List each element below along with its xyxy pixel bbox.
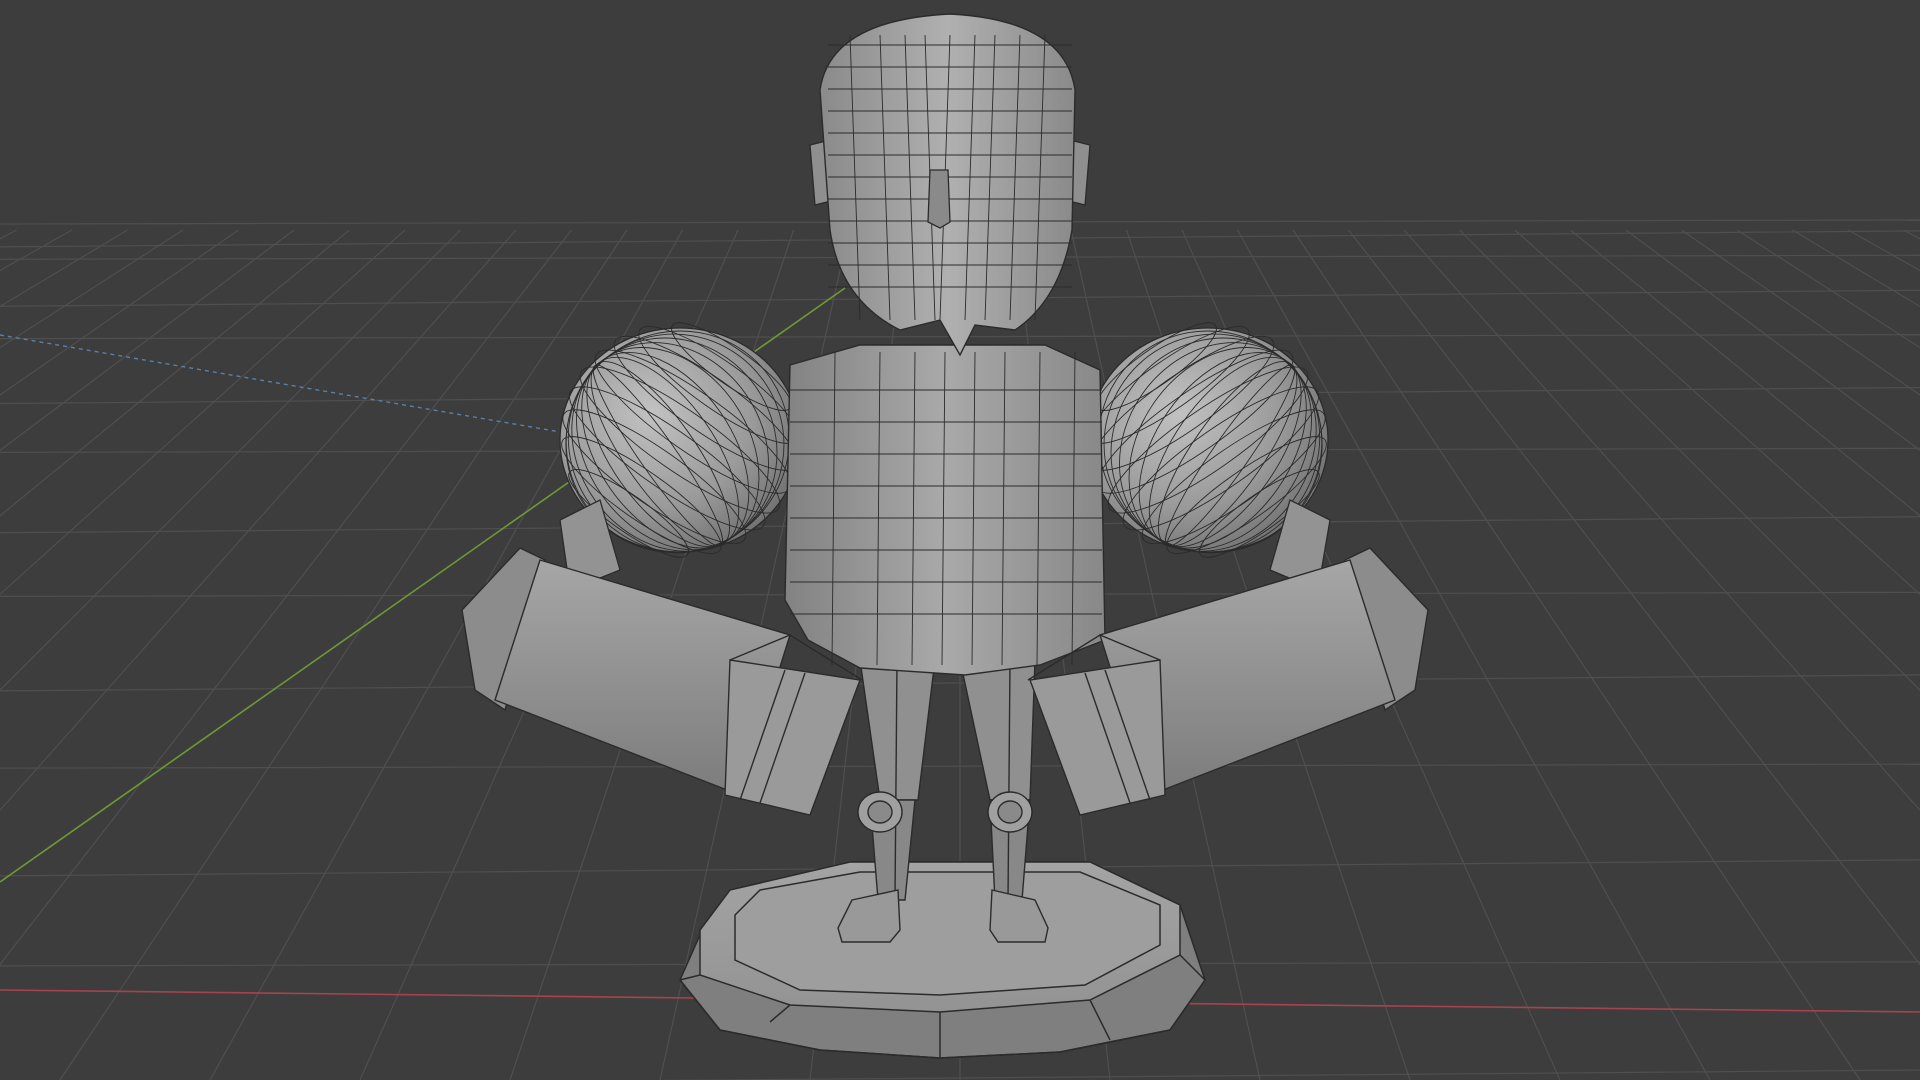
grid-line	[1736, 229, 1920, 349]
grid-line	[1625, 229, 1920, 452]
3d-viewport[interactable]	[0, 0, 1920, 1080]
knee-joints	[857, 791, 1033, 833]
grid-line	[0, 229, 128, 308]
grid-line	[1570, 229, 1920, 517]
pedestal[interactable]	[679, 861, 1206, 1059]
grid-line	[1348, 229, 1920, 966]
grid-line	[0, 229, 406, 596]
grid-line	[0, 229, 517, 812]
grid-line	[1459, 229, 1920, 692]
grid-line	[0, 229, 184, 349]
grid-line	[0, 229, 350, 517]
grid-line	[1903, 229, 1920, 240]
grid-line	[0, 229, 461, 692]
torso[interactable]	[784, 344, 1106, 676]
grid-line	[1514, 229, 1920, 596]
grid-line	[1403, 229, 1920, 812]
grid-line	[1792, 229, 1920, 308]
grid-line	[0, 229, 17, 240]
grid-line	[0, 229, 295, 452]
nose	[927, 169, 951, 229]
viewport-canvas[interactable]	[0, 0, 1920, 1080]
